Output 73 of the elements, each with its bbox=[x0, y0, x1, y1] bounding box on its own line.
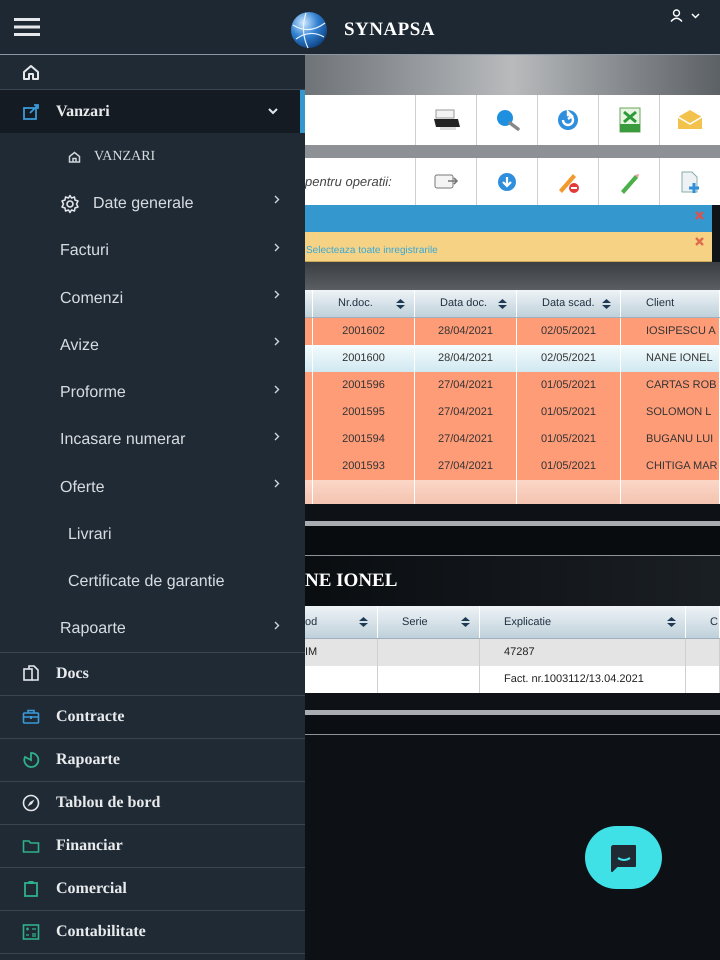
clipboard-icon bbox=[22, 880, 40, 898]
globe-logo-icon bbox=[288, 11, 330, 49]
sort-icon bbox=[497, 298, 508, 310]
table-row[interactable]: 2001600 28/04/2021 02/05/2021 NANE IONEL bbox=[305, 345, 720, 372]
submenu-item[interactable]: Incasare numerar bbox=[0, 416, 305, 464]
chevron-down-icon bbox=[691, 12, 700, 18]
submenu-item[interactable]: Date generale bbox=[0, 180, 305, 228]
close-icon[interactable] bbox=[695, 237, 704, 246]
chevron-down-icon bbox=[268, 108, 278, 115]
chevron-right-icon bbox=[274, 620, 280, 630]
sidebar-item[interactable]: Financiar bbox=[0, 825, 305, 868]
submenu-item[interactable]: VANZARI bbox=[0, 133, 305, 180]
sort-icon bbox=[666, 616, 677, 628]
column-header[interactable]: Data doc. bbox=[415, 290, 517, 317]
brand-name: SYNAPSA bbox=[344, 18, 435, 42]
settings-icon bbox=[60, 194, 80, 214]
sort-icon bbox=[460, 616, 471, 628]
chevron-right-icon bbox=[274, 479, 280, 488]
table-row[interactable]: 2001596 27/04/2021 01/05/2021 CARTAS ROB bbox=[305, 372, 720, 399]
sidebar-item[interactable]: Rapoarte bbox=[0, 739, 305, 782]
toolbar-label: pentru operatii: bbox=[305, 172, 392, 191]
submenu-item[interactable]: Avize bbox=[0, 322, 305, 370]
pie-chart-icon bbox=[22, 751, 40, 770]
briefcase-icon bbox=[22, 708, 40, 726]
sidebar-item[interactable]: Contabilitate bbox=[0, 911, 305, 954]
sidebar-item[interactable]: Vanzari bbox=[0, 90, 305, 133]
submenu-item[interactable]: Comenzi bbox=[0, 274, 305, 322]
table-cell-text: 47287 bbox=[504, 645, 535, 660]
user-icon bbox=[670, 9, 683, 22]
table-cell-text: IM bbox=[305, 645, 318, 660]
home-icon bbox=[68, 150, 81, 163]
sort-icon bbox=[358, 616, 369, 628]
sidebar-item[interactable]: Tablou de bord bbox=[0, 782, 305, 826]
chevron-right-icon bbox=[274, 384, 280, 394]
table-row[interactable]: 2001602 28/04/2021 02/05/2021 IOSIPESCU A bbox=[305, 318, 720, 345]
menu-icon bbox=[14, 18, 40, 36]
home-icon bbox=[22, 64, 40, 80]
column-header[interactable]: C bbox=[686, 606, 720, 638]
menu-button[interactable] bbox=[13, 16, 41, 38]
sort-icon bbox=[601, 298, 612, 310]
calculator-icon bbox=[22, 923, 40, 942]
chevron-right-icon bbox=[274, 290, 280, 300]
column-header[interactable]: od bbox=[305, 606, 378, 638]
submenu-item[interactable]: Oferte bbox=[0, 464, 305, 512]
user-menu-button[interactable] bbox=[670, 9, 700, 22]
table-row[interactable]: 2001593 27/04/2021 01/05/2021 CHITIGA MAR bbox=[305, 453, 720, 480]
column-header[interactable]: Explicatie bbox=[480, 606, 686, 638]
detail-title: NE IONEL bbox=[305, 568, 398, 593]
sort-icon bbox=[395, 298, 406, 310]
chevron-right-icon bbox=[274, 432, 280, 441]
chat-icon bbox=[608, 842, 638, 872]
documents-icon bbox=[22, 665, 40, 684]
folder-icon bbox=[22, 837, 40, 856]
submenu-item[interactable]: Livrari bbox=[0, 511, 305, 559]
printer-icon bbox=[432, 107, 460, 133]
edit-box-icon bbox=[22, 102, 40, 120]
submenu-item[interactable]: Facturi bbox=[0, 228, 305, 275]
sidebar-item[interactable]: Docs bbox=[0, 653, 305, 696]
compass-icon bbox=[22, 794, 40, 812]
table-cell-text: Fact. nr.1003112/13.04.2021 bbox=[504, 672, 644, 688]
column-header[interactable]: Serie bbox=[378, 606, 480, 638]
column-header[interactable]: Nr.doc. bbox=[313, 290, 415, 317]
column-header[interactable]: Client bbox=[621, 290, 720, 317]
submenu-item[interactable]: Proforme bbox=[0, 369, 305, 417]
chevron-right-icon bbox=[274, 337, 280, 346]
chevron-right-icon bbox=[274, 242, 280, 252]
table-row[interactable]: 2001595 27/04/2021 01/05/2021 SOLOMON L bbox=[305, 399, 720, 426]
table-row[interactable]: 2001594 27/04/2021 01/05/2021 BUGANU LUI bbox=[305, 426, 720, 453]
chevron-right-icon bbox=[274, 195, 280, 204]
sidebar-item[interactable]: Contracte bbox=[0, 696, 305, 740]
column-header[interactable]: Data scad. bbox=[517, 290, 621, 317]
sidebar-item[interactable]: Comercial bbox=[0, 868, 305, 912]
submenu-item[interactable]: Certificate de garantie bbox=[0, 558, 305, 606]
